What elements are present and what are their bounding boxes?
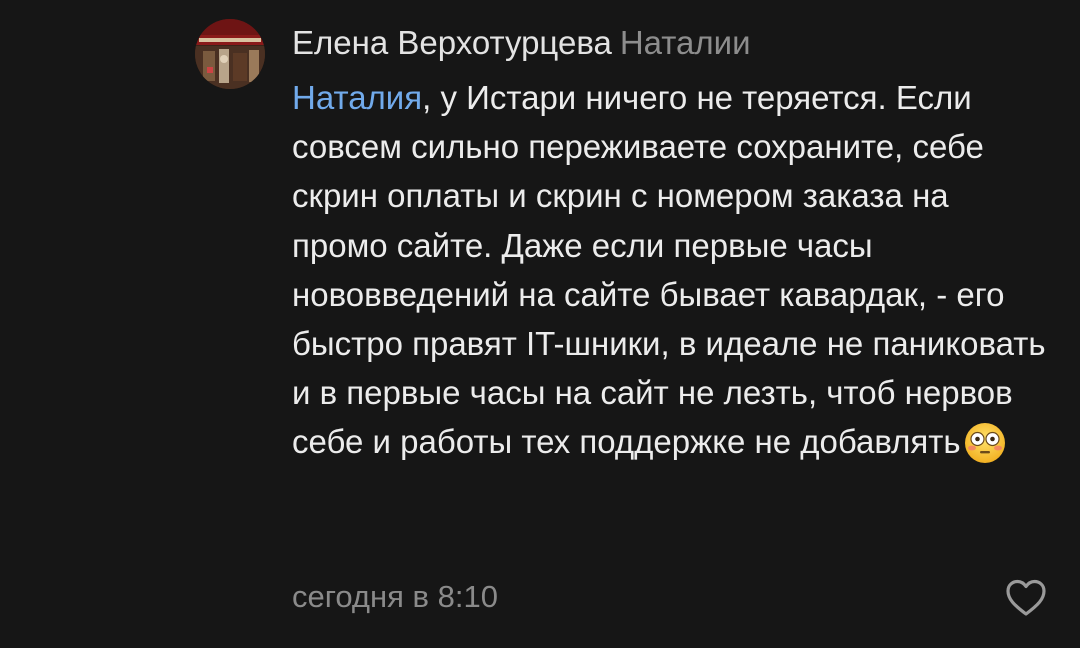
- flushed-face-emoji-icon: [963, 421, 1007, 465]
- reply-to-name[interactable]: Наталии: [620, 24, 751, 61]
- comment: Елена Верхотурцева Наталии Наталия, у Ист…: [292, 18, 1052, 467]
- comment-timestamp: сегодня в 8:10: [292, 579, 498, 614]
- like-button[interactable]: [1004, 578, 1048, 618]
- heart-outline-icon: [1006, 579, 1046, 616]
- mention-link[interactable]: Наталия: [292, 79, 422, 116]
- author-name[interactable]: Елена Верхотурцева: [292, 24, 612, 61]
- comment-text: Наталия, у Истари ничего не теряется. Ес…: [292, 73, 1052, 467]
- avatar[interactable]: [195, 19, 265, 89]
- comment-body: , у Истари ничего не теряется. Если совс…: [292, 79, 1046, 461]
- comment-header: Елена Верхотурцева Наталии: [292, 18, 1052, 68]
